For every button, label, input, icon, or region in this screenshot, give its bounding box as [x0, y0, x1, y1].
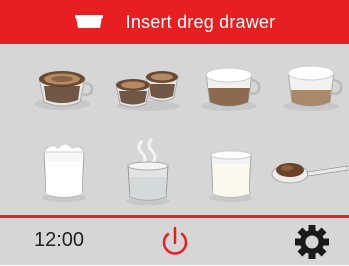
dreg-drawer-icon	[74, 13, 106, 31]
espresso-button[interactable]	[24, 46, 104, 126]
drink-grid	[0, 44, 349, 216]
milk-froth-icon	[36, 140, 92, 204]
latte-macchiato-icon	[280, 58, 346, 114]
alert-message: Insert dreg drawer	[125, 11, 276, 32]
cappuccino-button[interactable]	[191, 46, 271, 126]
coffee-machine-screen: Insert dreg drawer 12:00	[0, 0, 349, 265]
clock-time: 12:00	[34, 229, 85, 251]
ground-coffee-button[interactable]	[269, 132, 349, 212]
warm-milk-icon	[203, 140, 259, 204]
hot-water-icon	[120, 137, 176, 207]
milk-froth-button[interactable]	[24, 132, 104, 212]
gear-icon	[292, 225, 332, 265]
footer-bar: 12:00	[0, 218, 349, 265]
power-icon	[157, 226, 193, 263]
cappuccino-icon	[198, 58, 264, 114]
double-espresso-icon	[112, 58, 184, 114]
double-espresso-button[interactable]	[108, 46, 188, 126]
espresso-icon	[31, 58, 97, 114]
ground-coffee-spoon-icon	[270, 152, 348, 192]
hot-water-button[interactable]	[108, 132, 188, 212]
alert-header: Insert dreg drawer	[0, 0, 349, 44]
latte-macchiato-button[interactable]	[273, 46, 349, 126]
warm-milk-button[interactable]	[191, 132, 271, 212]
settings-button[interactable]	[292, 223, 332, 261]
power-button[interactable]	[157, 225, 193, 259]
